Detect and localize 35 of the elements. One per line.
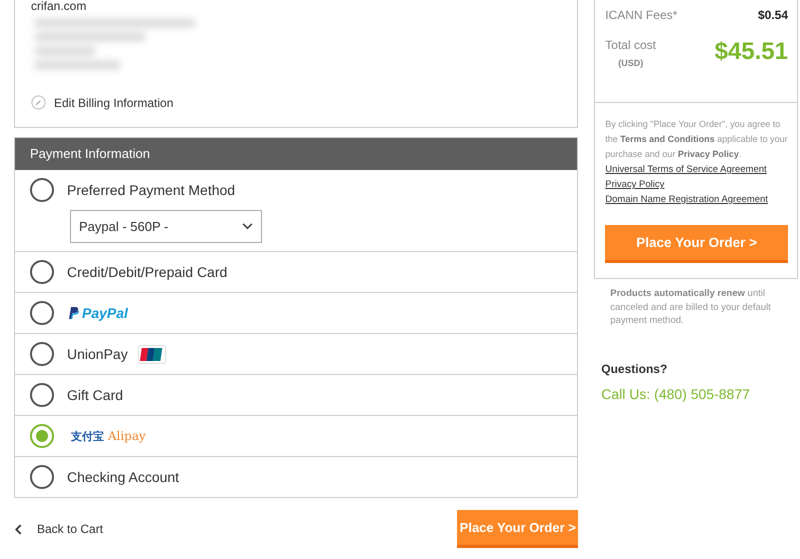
radio-button[interactable] [30,301,54,325]
terms-text: By clicking "Place Your Order", you agree to the Terms and Conditions applicable to your purchase and our Privacy Policy. [605,118,788,161]
option-label: Checking Account [67,469,180,485]
radio-button[interactable] [30,383,54,407]
radio-button[interactable] [30,465,54,489]
alipay-logo: 支付宝 Alipay [71,428,146,444]
paypal-logo-text: PayPal [82,305,128,321]
currency-label: (USD) [618,58,644,68]
edit-billing-link[interactable]: Edit Billing Information [31,95,174,110]
option-label: Gift Card [67,387,124,403]
fees-label: ICANN Fees* [605,8,678,22]
renewal-note: Products automatically renew until canceled and are billed to your default payment method. [610,287,772,328]
total-value: $45.51 [714,38,788,66]
paypal-p-icon [67,306,79,320]
option-label: Credit/Debit/Prepaid Card [67,264,228,280]
back-to-cart-link[interactable]: Back to Cart [15,522,104,536]
section-header: Payment Information [15,138,578,170]
domain-text: crifan.com [31,0,86,13]
agreement-link[interactable]: Domain Name Registration Agreement [605,192,768,207]
questions-heading: Questions? [601,362,668,376]
radio-button[interactable] [30,260,54,284]
chevron-left-icon [15,524,22,534]
agreement-link[interactable]: Universal Terms of Service Agreement [605,162,767,177]
option-label: UnionPay [67,346,128,362]
radio-button[interactable] [30,424,54,448]
radio-button[interactable] [30,342,54,366]
card-logo-icon [138,344,166,364]
chevron-down-icon [242,223,253,230]
payment-method-dropdown[interactable]: Paypal - 560P - [70,210,262,243]
radio-button[interactable] [30,178,54,202]
fees-value: $0.54 [758,8,788,22]
pencil-icon [31,95,46,110]
agreement-link[interactable]: Privacy Policy [605,177,664,192]
option-label: Preferred Payment Method [67,182,236,198]
total-label: Total cost [605,38,656,52]
